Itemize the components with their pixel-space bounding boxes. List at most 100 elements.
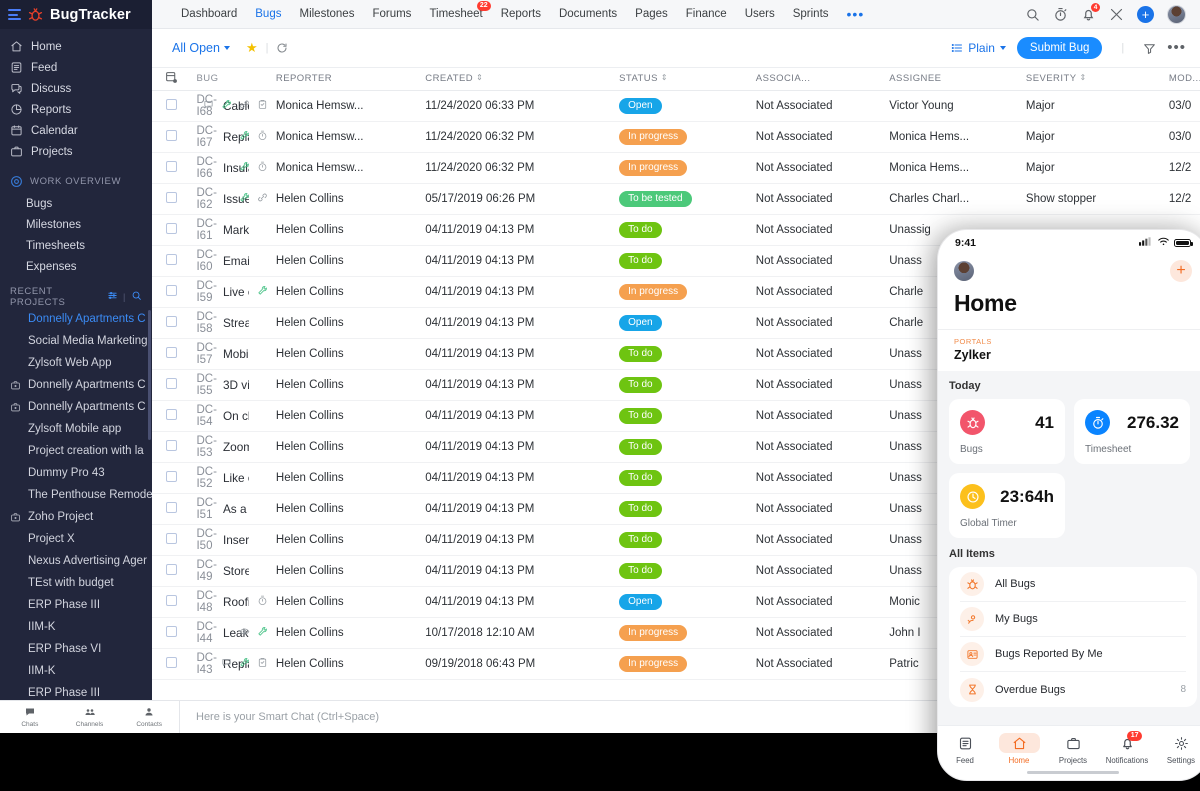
all-items-row[interactable]: Overdue Bugs 8: [960, 672, 1186, 707]
bug-title[interactable]: Like option is not working: [223, 471, 249, 485]
row-checkbox[interactable]: [166, 563, 177, 575]
wrench-icon[interactable]: [239, 161, 250, 175]
sidebar-item-feed[interactable]: Feed: [0, 57, 152, 78]
bug-title[interactable]: Live chat feature: [223, 285, 249, 299]
row-checkbox[interactable]: [166, 191, 177, 203]
bug-title[interactable]: Roofing issue: [223, 595, 249, 609]
row-checkbox[interactable]: [166, 160, 177, 172]
hamburger-icon[interactable]: [8, 9, 21, 20]
view-selector[interactable]: All Open: [172, 41, 230, 55]
sidebar-item-projects[interactable]: Projects: [0, 141, 152, 162]
row-checkbox[interactable]: [166, 532, 177, 544]
row-checkbox[interactable]: [166, 222, 177, 234]
link-icon[interactable]: [239, 99, 250, 113]
header-status[interactable]: STATUS ⇕: [619, 68, 756, 91]
header-modified[interactable]: MOD...: [1168, 68, 1200, 91]
portal-name[interactable]: Zylker: [954, 348, 1192, 362]
user-avatar[interactable]: [1167, 4, 1186, 24]
recent-project-item[interactable]: Project X: [0, 528, 152, 550]
nav-tab-pages[interactable]: Pages: [626, 8, 677, 20]
search-icon[interactable]: [1025, 7, 1040, 22]
chat-tab-channels[interactable]: Channels: [60, 701, 120, 733]
eye-icon[interactable]: [239, 626, 250, 640]
comment-icon[interactable]: [221, 657, 232, 671]
sidebar-scrollbar[interactable]: [148, 310, 151, 440]
recent-project-item[interactable]: Donnelly Apartments C: [0, 308, 152, 330]
add-button[interactable]: +: [1170, 260, 1192, 282]
recent-project-item[interactable]: Zylsoft Web App: [0, 352, 152, 374]
timer-icon[interactable]: [257, 595, 268, 609]
header-bug[interactable]: BUG: [196, 68, 276, 91]
table-row[interactable]: DC-I66 Insulation Check Monica Hemsw... …: [152, 152, 1200, 184]
recent-project-item[interactable]: TEst with budget: [0, 572, 152, 594]
nav-tab-reports[interactable]: Reports: [492, 8, 550, 20]
recent-project-item[interactable]: ERP Phase VI: [0, 638, 152, 660]
sidebar-item-reports[interactable]: Reports: [0, 99, 152, 120]
bug-title[interactable]: As a user, I would like to receive weekl…: [223, 502, 249, 516]
phone-tab-feed[interactable]: Feed: [938, 733, 992, 765]
nav-tab-sprints[interactable]: Sprints: [784, 8, 838, 20]
row-checkbox[interactable]: [166, 470, 177, 482]
all-items-row[interactable]: All Bugs: [960, 567, 1186, 602]
comment-icon[interactable]: [203, 99, 214, 113]
row-checkbox[interactable]: [166, 98, 177, 110]
bug-title[interactable]: Store it in our database to generate cha…: [223, 564, 249, 578]
nav-tab-users[interactable]: Users: [736, 8, 784, 20]
add-button[interactable]: +: [1137, 5, 1154, 23]
bug-title[interactable]: Email campaign to cancelled users: [223, 254, 249, 268]
work-overview-item-milestones[interactable]: Milestones: [0, 214, 152, 235]
row-checkbox[interactable]: [166, 594, 177, 606]
wrench-icon[interactable]: [221, 99, 232, 113]
nav-tab-timesheet[interactable]: Timesheet 22: [420, 1, 491, 20]
more-icon[interactable]: •••: [1167, 40, 1186, 55]
recent-project-item[interactable]: Zoho Project: [0, 506, 152, 528]
timer-icon[interactable]: [257, 130, 268, 144]
phone-tab-notifications[interactable]: Notifications 17: [1100, 731, 1154, 765]
nav-tab-finance[interactable]: Finance: [677, 8, 736, 20]
wrench-icon[interactable]: [257, 626, 268, 640]
nav-tab-documents[interactable]: Documents: [550, 8, 626, 20]
bug-title[interactable]: Zoom in and zoom out features.: [223, 440, 249, 454]
wrench-icon[interactable]: [257, 285, 268, 299]
recent-project-item[interactable]: IIM-K: [0, 660, 152, 682]
all-items-row[interactable]: Bugs Reported By Me: [960, 637, 1186, 672]
table-row[interactable]: DC-I62 Issue in design format Helen Coll…: [152, 183, 1200, 215]
bug-title[interactable]: Marketing video script review: [223, 223, 249, 237]
search-icon[interactable]: [131, 290, 142, 304]
all-items-row[interactable]: My Bugs: [960, 602, 1186, 637]
filter-sliders-icon[interactable]: [107, 290, 118, 304]
row-checkbox[interactable]: [166, 377, 177, 389]
work-overview-item-bugs[interactable]: Bugs: [0, 193, 152, 214]
row-checkbox[interactable]: [166, 625, 177, 637]
recent-project-item[interactable]: The Penthouse Remode: [0, 484, 152, 506]
work-overview-item-expenses[interactable]: Expenses: [0, 256, 152, 277]
recent-project-item[interactable]: IIM-K: [0, 616, 152, 638]
recent-project-item[interactable]: Dummy Pro 43: [0, 462, 152, 484]
sidebar-item-home[interactable]: Home: [0, 36, 152, 57]
header-assignee[interactable]: ASSIGNEE: [889, 68, 1026, 91]
star-icon[interactable]: ★: [246, 40, 258, 56]
avatar[interactable]: [954, 261, 974, 281]
row-checkbox[interactable]: [166, 346, 177, 358]
recent-project-item[interactable]: Donnelly Apartments C: [0, 374, 152, 396]
bug-title[interactable]: Streamline support tickets: [223, 316, 249, 330]
nav-tab-bugs[interactable]: Bugs: [246, 8, 290, 20]
recent-project-item[interactable]: Social Media Marketing: [0, 330, 152, 352]
nav-tab-milestones[interactable]: Milestones: [290, 8, 363, 20]
table-row[interactable]: DC-I68 Cable Length Mismatch Monica Hems…: [152, 90, 1200, 122]
row-checkbox[interactable]: [166, 284, 177, 296]
bug-title[interactable]: Insert like and dislike icons for all th…: [223, 533, 249, 547]
link-icon[interactable]: [257, 192, 268, 206]
phone-portals[interactable]: PORTALS Zylker: [938, 329, 1200, 371]
stat-card-global-timer[interactable]: 23:64h Global Timer: [949, 473, 1065, 538]
sidebar-item-calendar[interactable]: Calendar: [0, 120, 152, 141]
sidebar-item-discuss[interactable]: Discuss: [0, 78, 152, 99]
phone-tab-home[interactable]: Home: [992, 733, 1046, 765]
phone-tab-projects[interactable]: Projects: [1046, 733, 1100, 765]
stat-card-bugs[interactable]: 41 Bugs: [949, 399, 1065, 464]
wrench-icon[interactable]: [239, 130, 250, 144]
chat-tab-contacts[interactable]: Contacts: [119, 701, 179, 733]
clipboard-icon[interactable]: [257, 657, 268, 671]
row-checkbox[interactable]: [166, 439, 177, 451]
stat-card-timesheet[interactable]: 276.32 Timesheet: [1074, 399, 1190, 464]
